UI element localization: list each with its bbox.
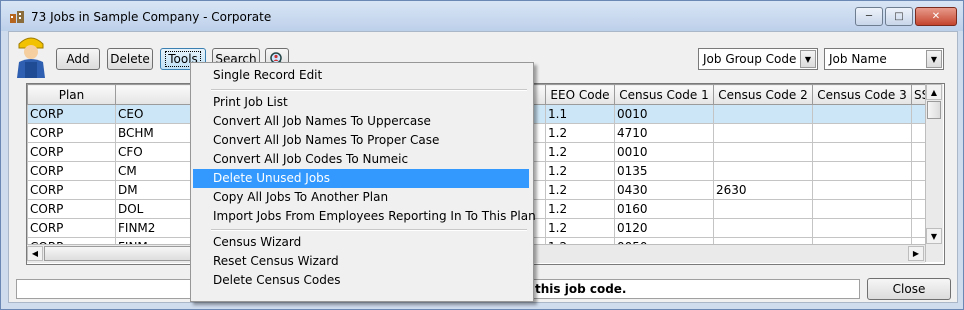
cell-c1[interactable]: 0010	[614, 142, 714, 162]
cell-eeo[interactable]: 1.2	[545, 142, 615, 162]
menu-separator	[211, 229, 527, 231]
cell-c3[interactable]	[812, 199, 912, 219]
job-name-select[interactable]: Job Name ▼	[824, 48, 944, 70]
cell-c1[interactable]: 0135	[614, 161, 714, 181]
menu-item-delete-unused-jobs[interactable]: Delete Unused Jobs	[193, 169, 529, 188]
menu-item-convert-codes-numeric[interactable]: Convert All Job Codes To Numeic	[193, 150, 529, 169]
col-census-1[interactable]: Census Code 1	[614, 84, 714, 105]
cell-eeo[interactable]: 1.2	[545, 180, 615, 200]
add-button[interactable]: Add	[56, 48, 100, 70]
cell-plan[interactable]: CORP	[27, 142, 116, 162]
cell-c1[interactable]: 0160	[614, 199, 714, 219]
cell-c3[interactable]	[812, 218, 912, 238]
cell-c2[interactable]	[713, 123, 813, 143]
cell-eeo[interactable]: 1.2	[545, 218, 615, 238]
worker-mascot-icon	[17, 37, 45, 78]
cell-c3[interactable]	[812, 123, 912, 143]
cell-c2[interactable]	[713, 161, 813, 181]
minimize-icon[interactable]: ─	[855, 7, 883, 26]
job-group-select[interactable]: Job Group Code ▼	[698, 48, 818, 70]
maximize-icon[interactable]: □	[885, 7, 913, 26]
menu-item-import-jobs[interactable]: Import Jobs From Employees Reporting In …	[193, 207, 536, 226]
menu-item-print-job-list[interactable]: Print Job List	[193, 93, 529, 112]
close-button[interactable]: Close	[867, 278, 951, 300]
menu-item-convert-proper-case[interactable]: Convert All Job Names To Proper Case	[193, 131, 529, 150]
cell-c3[interactable]	[812, 161, 912, 181]
cell-c1[interactable]: 0430	[614, 180, 714, 200]
close-icon[interactable]: ✕	[915, 7, 957, 26]
buildings-icon	[10, 11, 24, 23]
vertical-scrollbar[interactable]: ▲ ▼	[925, 84, 943, 262]
cell-c3[interactable]	[812, 180, 912, 200]
cell-c1[interactable]: 4710	[614, 123, 714, 143]
cell-c1[interactable]: 0120	[614, 218, 714, 238]
menu-item-convert-uppercase[interactable]: Convert All Job Names To Uppercase	[193, 112, 529, 131]
col-census-2[interactable]: Census Code 2	[713, 84, 813, 105]
cell-c2[interactable]	[713, 104, 813, 124]
cell-plan[interactable]: CORP	[27, 180, 116, 200]
cell-eeo[interactable]: 1.1	[545, 104, 615, 124]
cell-c1[interactable]: 0010	[614, 104, 714, 124]
cell-c2[interactable]: 2630	[713, 180, 813, 200]
window-title: 73 Jobs in Sample Company - Corporate	[31, 10, 272, 24]
chevron-down-icon[interactable]: ▼	[926, 50, 942, 68]
scroll-down-icon[interactable]: ▼	[926, 228, 942, 244]
menu-item-single-record-edit[interactable]: Single Record Edit	[193, 66, 529, 85]
title-bar[interactable]: 73 Jobs in Sample Company - Corporate ─ …	[1, 1, 963, 31]
col-census-3[interactable]: Census Code 3	[812, 84, 912, 105]
cell-plan[interactable]: CORP	[27, 104, 116, 124]
menu-separator	[211, 89, 527, 91]
cell-plan[interactable]: CORP	[27, 218, 116, 238]
cell-plan[interactable]: CORP	[27, 199, 116, 219]
vertical-scroll-thumb[interactable]	[927, 101, 941, 119]
chevron-down-icon[interactable]: ▼	[800, 50, 816, 68]
scroll-right-icon[interactable]: ▶	[908, 246, 924, 261]
menu-item-delete-census-codes[interactable]: Delete Census Codes	[193, 271, 529, 290]
cell-eeo[interactable]: 1.2	[545, 199, 615, 219]
cell-plan[interactable]: CORP	[27, 161, 116, 181]
menu-item-census-wizard[interactable]: Census Wizard	[193, 233, 529, 252]
col-eeo-code[interactable]: EEO Code	[545, 84, 615, 105]
menu-item-reset-census-wizard[interactable]: Reset Census Wizard	[193, 252, 529, 271]
col-plan[interactable]: Plan	[27, 84, 116, 105]
cell-plan[interactable]: CORP	[27, 123, 116, 143]
app-window: 73 Jobs in Sample Company - Corporate ─ …	[0, 0, 964, 310]
status-text: this job code.	[535, 282, 627, 296]
cell-c2[interactable]	[713, 142, 813, 162]
tools-dropdown-menu: Single Record Edit Print Job List Conver…	[190, 62, 536, 302]
cell-eeo[interactable]: 1.2	[545, 123, 615, 143]
cell-c2[interactable]	[713, 199, 813, 219]
scroll-left-icon[interactable]: ◀	[27, 246, 43, 261]
scroll-up-icon[interactable]: ▲	[926, 84, 942, 100]
cell-c2[interactable]	[713, 218, 813, 238]
cell-c3[interactable]	[812, 142, 912, 162]
delete-button[interactable]: Delete	[107, 48, 153, 70]
menu-item-copy-jobs[interactable]: Copy All Jobs To Another Plan	[193, 188, 529, 207]
cell-eeo[interactable]: 1.2	[545, 161, 615, 181]
cell-c3[interactable]	[812, 104, 912, 124]
